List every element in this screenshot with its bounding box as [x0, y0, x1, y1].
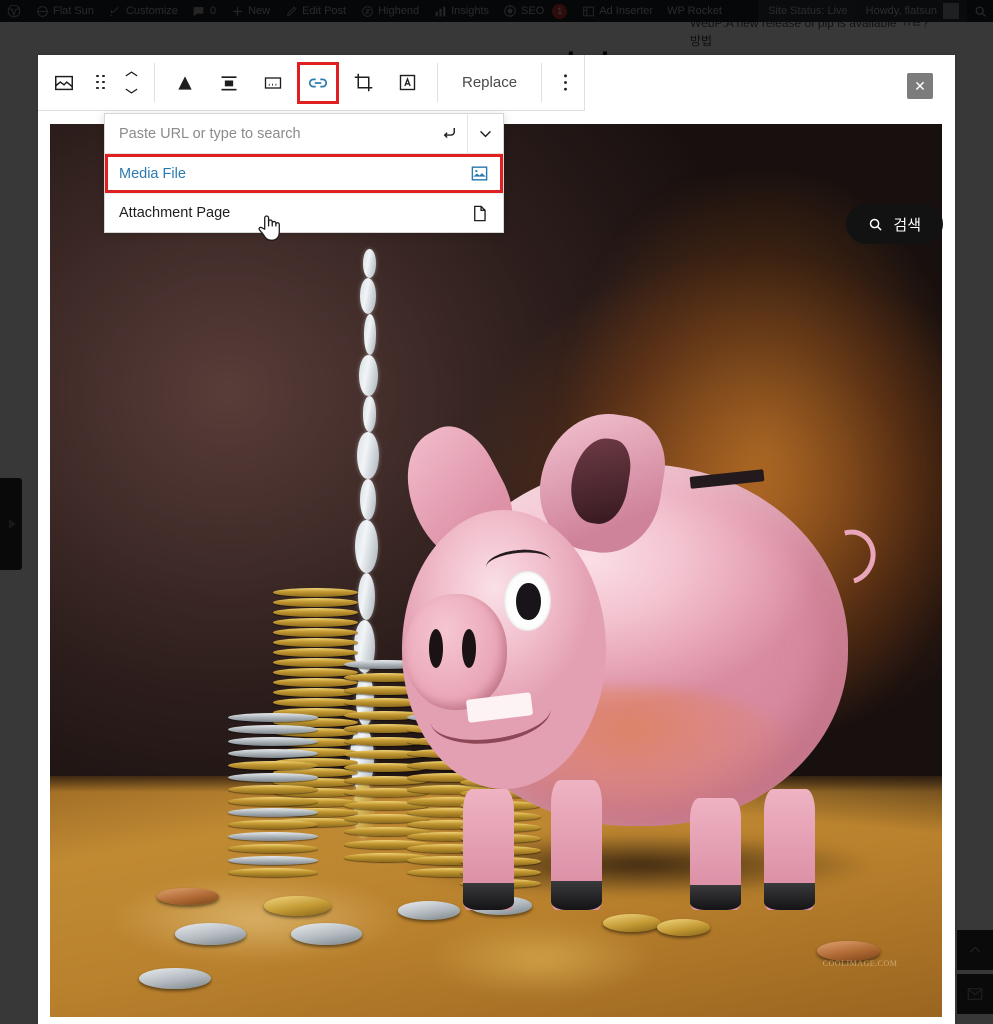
piggy-bank: [384, 404, 886, 910]
link-option-media-file-label: Media File: [119, 165, 186, 182]
link-button[interactable]: [297, 62, 339, 104]
page-document-icon: [474, 205, 486, 221]
link-url-row: [105, 113, 503, 154]
block-toolbar: Replace: [38, 55, 586, 111]
search-pill-button[interactable]: 검색: [846, 204, 943, 244]
toolbar-divider-3: [541, 63, 543, 102]
pig-ear-inner: [566, 434, 635, 529]
pig-eye-pupil: [516, 582, 541, 621]
link-submit-button[interactable]: [431, 114, 467, 154]
align-center-button[interactable]: [207, 59, 251, 107]
link-option-attachment-page-label: Attachment Page: [119, 205, 231, 221]
pig-nostril-left: [429, 628, 444, 669]
coin-stack-silver-front: [228, 713, 318, 883]
replace-button[interactable]: Replace: [446, 59, 533, 107]
pig-eye: [504, 570, 551, 632]
toolbar-group-replace: Replace: [442, 55, 537, 110]
link-url-input[interactable]: [105, 125, 431, 142]
triangle-align-icon: [178, 75, 192, 90]
toolbar-group-format: [159, 55, 433, 110]
loose-coin-3: [264, 896, 331, 917]
text-over-image-icon: [399, 74, 415, 91]
pig-hoof: [689, 885, 741, 910]
crop-button[interactable]: [341, 59, 385, 107]
pig-hoof: [550, 881, 602, 910]
link-icon: [308, 77, 328, 88]
caption-icon: [264, 76, 282, 89]
text-over-image-button[interactable]: [385, 59, 429, 107]
media-file-icon: [471, 166, 488, 181]
chevron-down-icon: [480, 130, 491, 138]
link-destination-popover: Media File Attachment Page: [104, 113, 504, 233]
pig-leg-back-right: [764, 789, 816, 910]
pig-hoof: [462, 883, 514, 910]
link-settings-expand-button[interactable]: [467, 113, 503, 154]
chevron-updown-icon: [117, 59, 145, 107]
search-icon: [870, 218, 883, 231]
pig-nostril-right: [461, 628, 477, 669]
return-arrow-icon: [443, 127, 455, 138]
search-pill-label: 검색: [893, 216, 921, 234]
caption-button[interactable]: [251, 59, 295, 107]
image-block-icon-button[interactable]: [42, 59, 86, 107]
loose-coin-8: [656, 918, 711, 936]
toolbar-group-block: [38, 55, 150, 110]
link-option-attachment-page[interactable]: Attachment Page: [105, 193, 503, 232]
toolbar-group-more: [546, 55, 584, 110]
pig-leg-back-left: [689, 798, 741, 910]
painting-canvas: COOLIMAGE.COM: [50, 124, 942, 1017]
image-signature: COOLIMAGE.COM: [822, 958, 898, 968]
pig-leg-front-left: [462, 789, 514, 910]
image-preview[interactable]: COOLIMAGE.COM: [50, 124, 942, 1017]
crop-icon: [354, 73, 372, 92]
loose-coin-2: [174, 923, 247, 945]
image-block-editor-card: Replace ✕ COOLIMAGE.COM 검색 Paste URL or …: [38, 55, 955, 1024]
pig-leg-front-right: [550, 779, 602, 910]
image-icon: [55, 75, 73, 90]
loose-coin-10: [139, 967, 211, 990]
screen-root: WebP:A new release of pip is available ㄲ…: [0, 0, 993, 1024]
align-button[interactable]: [163, 59, 207, 107]
more-options-button[interactable]: [550, 59, 580, 107]
align-center-icon: [221, 75, 237, 90]
toolbar-divider-1: [154, 63, 155, 102]
kebab-menu-icon: [563, 74, 567, 91]
link-option-media-file[interactable]: Media File: [105, 154, 503, 193]
close-button[interactable]: ✕: [907, 73, 933, 99]
loose-coin-4: [290, 923, 363, 945]
drag-dots-icon: [96, 74, 106, 91]
move-up-down-button[interactable]: [116, 59, 146, 107]
pig-hoof: [764, 883, 816, 910]
floor-highlight-left: [103, 874, 407, 964]
toolbar-divider-2: [437, 63, 438, 102]
drag-handle-button[interactable]: [86, 59, 116, 107]
loose-coin-9: [817, 941, 880, 961]
